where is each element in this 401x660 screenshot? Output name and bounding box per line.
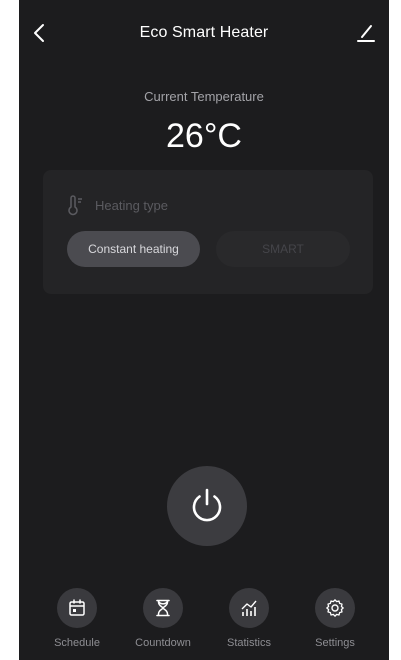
hourglass-icon <box>156 599 170 617</box>
nav-settings-circle <box>315 588 355 628</box>
nav-settings-label: Settings <box>315 637 355 649</box>
current-temperature-label: Current Temperature <box>144 89 264 104</box>
pencil-icon <box>357 25 375 42</box>
current-temperature-value: 26°C <box>166 117 242 155</box>
edit-button[interactable] <box>355 20 377 46</box>
thermometer-icon <box>68 195 82 216</box>
nav-countdown-circle <box>143 588 183 628</box>
power-icon <box>192 488 222 522</box>
gear-icon <box>326 599 344 617</box>
nav-statistics-label: Statistics <box>226 637 271 649</box>
heating-type-card: Heating type Constant heating SMART <box>43 170 373 294</box>
chart-icon <box>241 600 257 616</box>
nav-countdown[interactable]: Countdown <box>123 588 203 654</box>
calendar-icon <box>69 599 85 616</box>
nav-settings[interactable]: Settings <box>295 588 375 654</box>
nav-schedule[interactable]: Schedule <box>37 588 117 654</box>
device-screen: Eco Smart Heater Current Temperature 26°… <box>19 0 389 660</box>
power-button[interactable] <box>167 466 247 546</box>
header-bar: Eco Smart Heater <box>19 0 389 70</box>
page-title: Eco Smart Heater <box>139 24 269 41</box>
constant-heating-button[interactable]: Constant heating <box>67 231 200 267</box>
nav-schedule-circle <box>57 588 97 628</box>
smart-button[interactable]: SMART <box>216 231 350 267</box>
nav-countdown-label: Countdown <box>135 637 191 649</box>
nav-statistics-circle <box>229 588 269 628</box>
heating-type-label: Heating type <box>95 198 168 213</box>
nav-schedule-label: Schedule <box>54 637 100 649</box>
nav-statistics[interactable]: Statistics <box>209 588 289 654</box>
